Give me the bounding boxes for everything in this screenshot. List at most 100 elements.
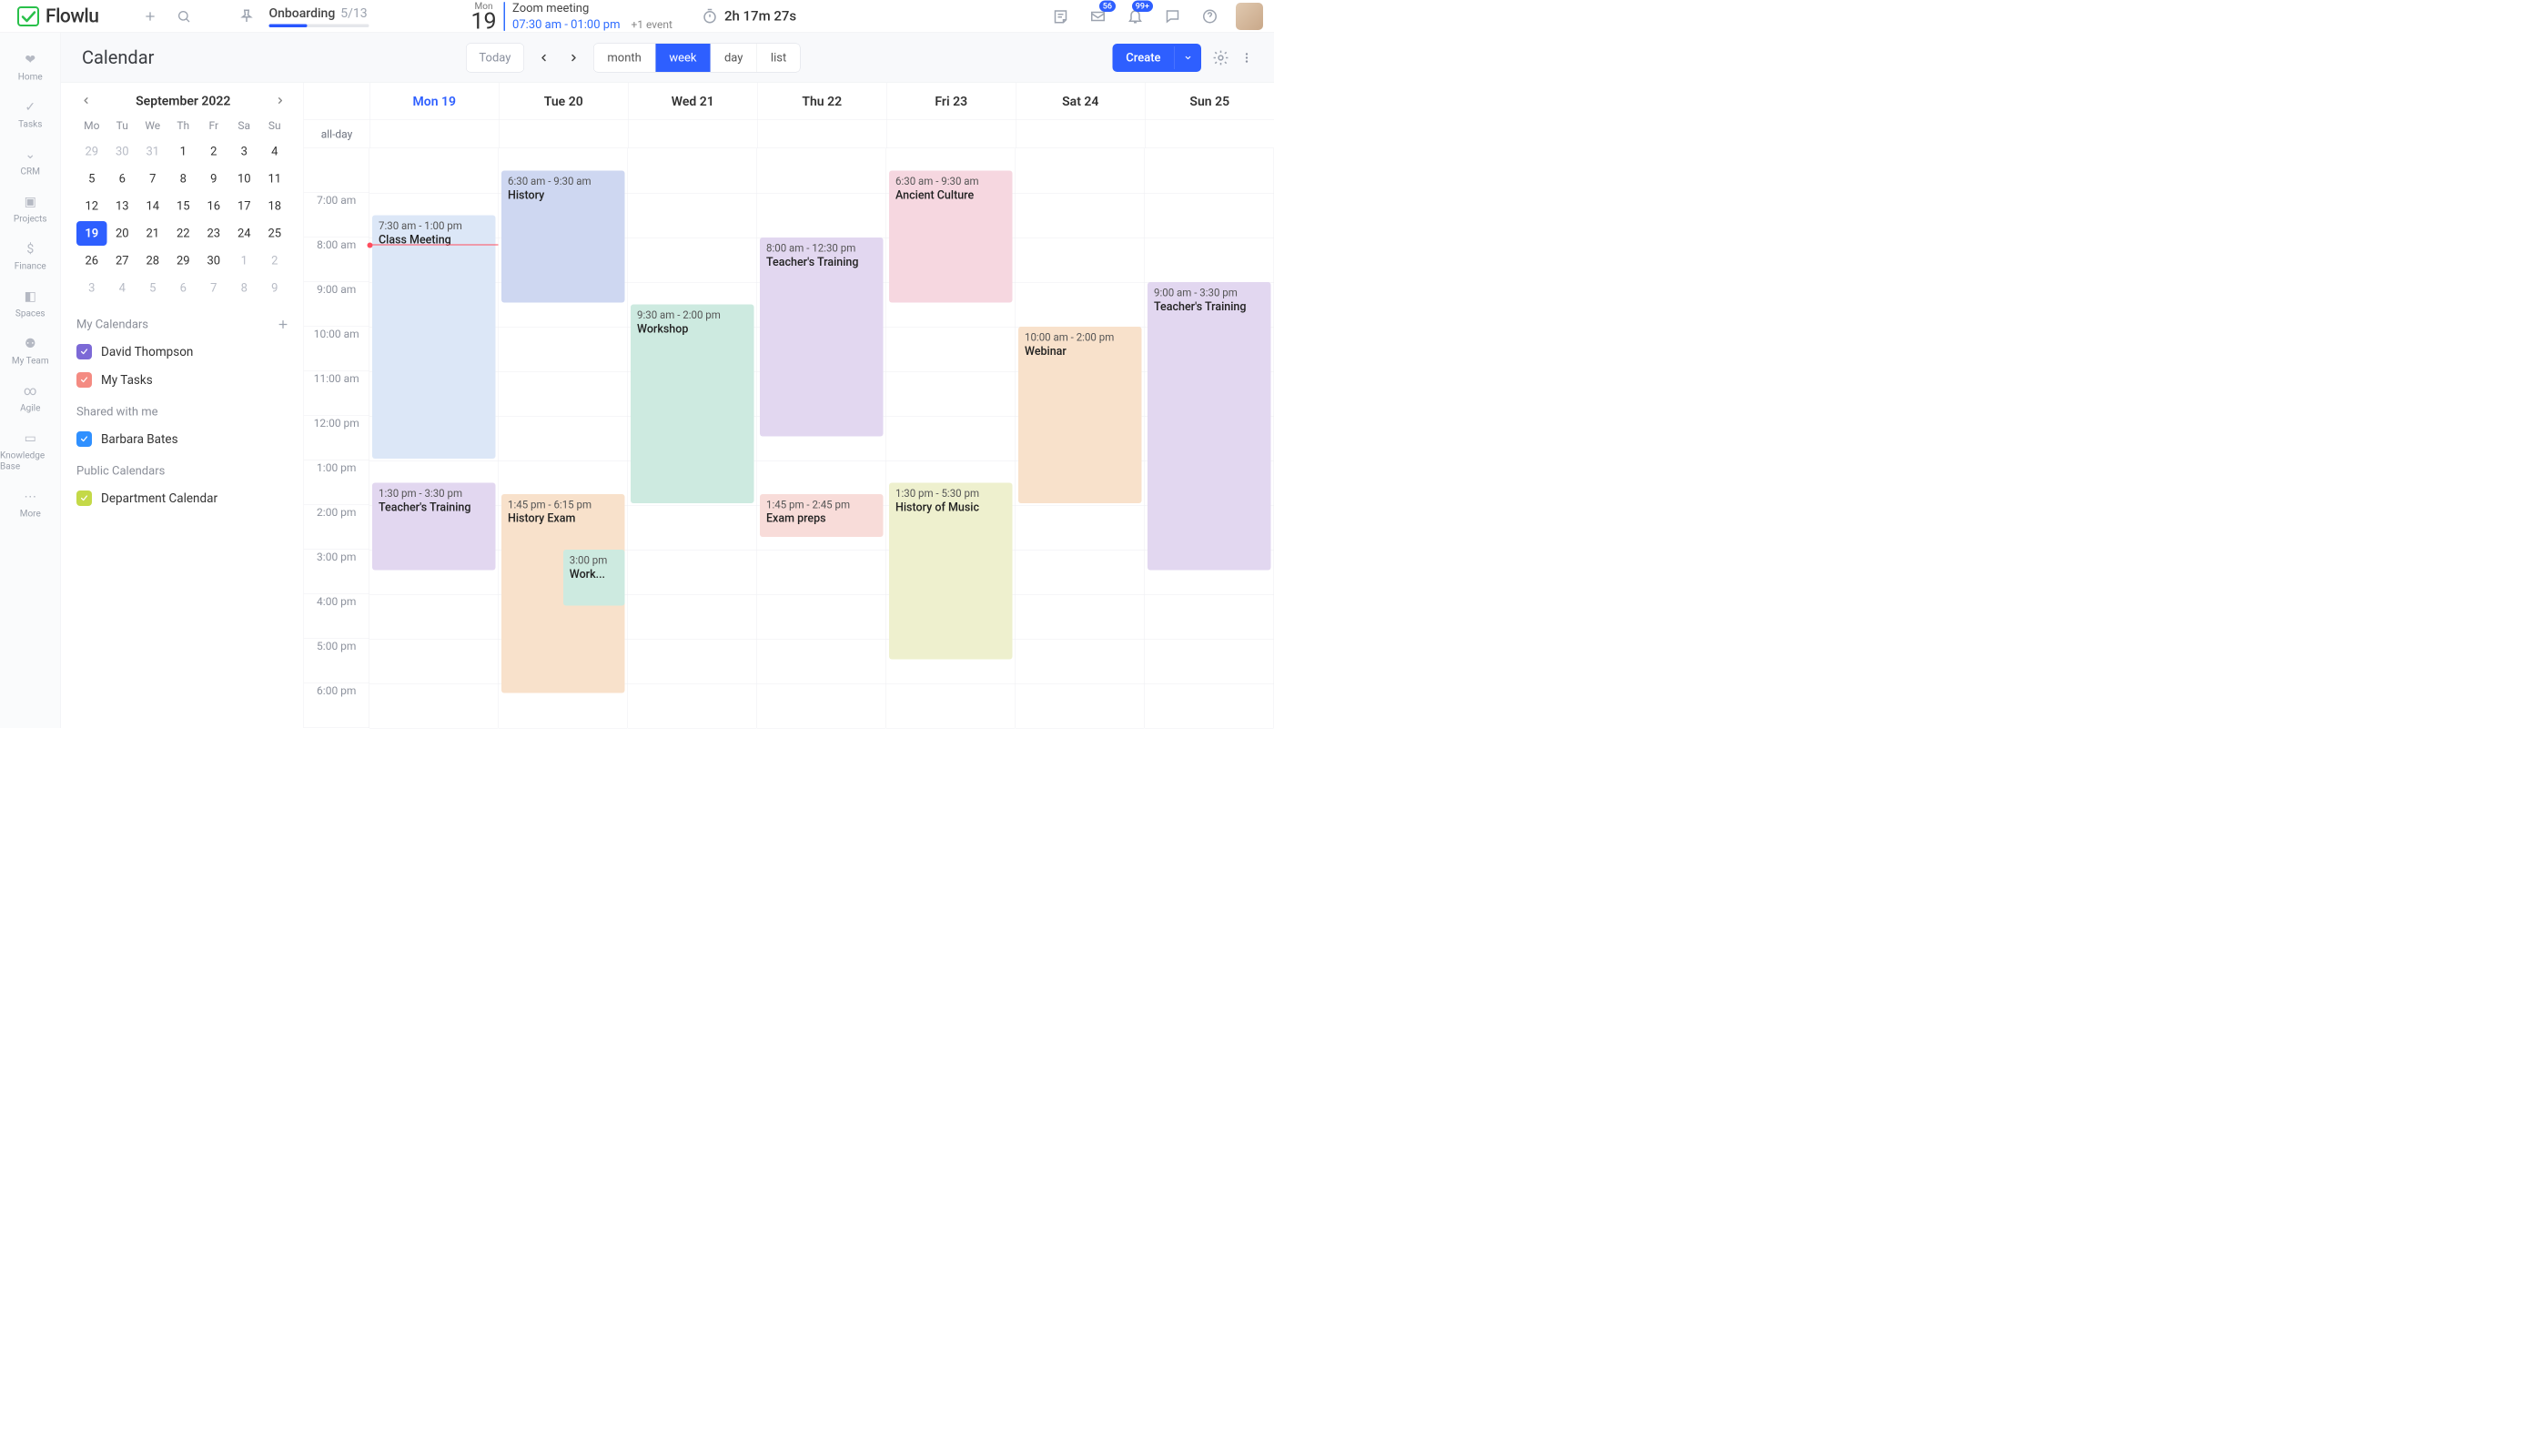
calendar-item[interactable]: My Tasks — [76, 372, 290, 388]
mini-day[interactable]: 12 — [76, 194, 107, 218]
allday-cell[interactable] — [1016, 120, 1145, 148]
mini-day[interactable]: 31 — [137, 139, 168, 164]
mini-day[interactable]: 3 — [229, 139, 260, 164]
allday-cell[interactable] — [628, 120, 757, 148]
calendar-checkbox[interactable] — [76, 431, 92, 447]
mini-day[interactable]: 19 — [76, 221, 107, 246]
mini-day[interactable]: 24 — [229, 221, 260, 246]
allday-cell[interactable] — [499, 120, 628, 148]
today-button[interactable]: Today — [466, 43, 524, 72]
day-header[interactable]: Tue 20 — [499, 83, 628, 120]
notifications-button[interactable]: 99+ — [1124, 5, 1147, 27]
mini-day[interactable]: 6 — [168, 276, 199, 300]
mini-day[interactable]: 30 — [107, 139, 138, 164]
mini-day[interactable]: 25 — [259, 221, 290, 246]
day-column[interactable]: 9:30 am - 2:00 pmWorkshop — [628, 148, 757, 728]
day-column[interactable]: 10:00 am - 2:00 pmWebinar — [1016, 148, 1145, 728]
mini-day[interactable]: 1 — [229, 248, 260, 273]
calendar-item[interactable]: Department Calendar — [76, 490, 290, 506]
create-dropdown[interactable] — [1174, 46, 1201, 69]
add-calendar-button[interactable] — [277, 318, 290, 331]
mini-day[interactable]: 4 — [259, 139, 290, 164]
view-list[interactable]: list — [757, 44, 800, 72]
mini-day[interactable]: 27 — [107, 248, 138, 273]
calendar-event[interactable]: 6:30 am - 9:30 amHistory — [501, 171, 625, 303]
prev-week-button[interactable] — [533, 47, 554, 68]
chat-button[interactable] — [1161, 5, 1184, 27]
mini-day[interactable]: 15 — [168, 194, 199, 218]
day-column[interactable]: 9:00 am - 3:30 pmTeacher's Training — [1145, 148, 1274, 728]
mini-day[interactable]: 9 — [259, 276, 290, 300]
today-summary[interactable]: Mon 19 Zoom meeting 07:30 am - 01:00 pm … — [470, 1, 672, 33]
settings-button[interactable] — [1212, 49, 1229, 66]
mini-day[interactable]: 10 — [229, 167, 260, 191]
mini-day[interactable]: 5 — [76, 167, 107, 191]
time-tracker[interactable]: 2h 17m 27s — [702, 8, 796, 25]
rail-item[interactable]: ✓Tasks — [0, 91, 61, 136]
mini-day[interactable]: 7 — [137, 167, 168, 191]
calendar-event[interactable]: 1:45 pm - 2:45 pmExam preps — [760, 494, 884, 537]
calendar-event[interactable]: 9:00 am - 3:30 pmTeacher's Training — [1148, 282, 1271, 571]
mini-day[interactable]: 2 — [259, 248, 290, 273]
mini-day[interactable]: 9 — [198, 167, 229, 191]
day-header[interactable]: Fri 23 — [886, 83, 1016, 120]
calendar-event[interactable]: 6:30 am - 9:30 amAncient Culture — [889, 171, 1013, 303]
calendar-checkbox[interactable] — [76, 344, 92, 359]
rail-item[interactable]: ▭Knowledge Base — [0, 422, 61, 478]
mini-day[interactable]: 30 — [198, 248, 229, 273]
inbox-button[interactable]: 56 — [1087, 5, 1109, 27]
more-button[interactable] — [1240, 51, 1253, 64]
mini-day[interactable]: 7 — [198, 276, 229, 300]
rail-item[interactable]: ❤Home — [0, 44, 61, 88]
mini-day[interactable]: 28 — [137, 248, 168, 273]
calendar-event[interactable]: 3:00 pmWork... — [563, 550, 625, 606]
rail-item[interactable]: ◧Spaces — [0, 280, 61, 325]
mini-day[interactable]: 18 — [259, 194, 290, 218]
allday-cell[interactable] — [1145, 120, 1274, 148]
mini-day[interactable]: 13 — [107, 194, 138, 218]
day-column[interactable]: 8:00 am - 12:30 pmTeacher's Training 1:45… — [757, 148, 886, 728]
calendar-item[interactable]: Barbara Bates — [76, 431, 290, 447]
calendar-checkbox[interactable] — [76, 372, 92, 388]
day-header[interactable]: Mon 19 — [369, 83, 499, 120]
next-week-button[interactable] — [563, 47, 584, 68]
calendar-event[interactable]: 1:30 pm - 5:30 pmHistory of Music — [889, 483, 1013, 660]
mini-day[interactable]: 3 — [76, 276, 107, 300]
mini-day[interactable]: 4 — [107, 276, 138, 300]
mini-next-month[interactable] — [271, 93, 290, 108]
help-button[interactable] — [1198, 5, 1221, 27]
view-week[interactable]: week — [655, 44, 711, 72]
add-button[interactable] — [138, 5, 161, 27]
day-column[interactable]: 7:30 am - 1:00 pmClass Meeting1:30 pm - … — [369, 148, 499, 728]
notes-button[interactable] — [1049, 5, 1072, 27]
search-button[interactable] — [172, 5, 195, 27]
mini-day[interactable]: 11 — [259, 167, 290, 191]
day-header[interactable]: Wed 21 — [628, 83, 757, 120]
calendar-event[interactable]: 7:30 am - 1:00 pmClass Meeting — [372, 216, 496, 460]
view-day[interactable]: day — [711, 44, 757, 72]
calendar-event[interactable]: 9:30 am - 2:00 pmWorkshop — [631, 305, 754, 504]
mini-day[interactable]: 8 — [168, 167, 199, 191]
calendar-item[interactable]: David Thompson — [76, 344, 290, 359]
rail-item[interactable]: ⌄CRM — [0, 138, 61, 183]
rail-item[interactable]: ▣Projects — [0, 186, 61, 230]
day-header[interactable]: Sat 24 — [1016, 83, 1145, 120]
view-month[interactable]: month — [593, 44, 655, 72]
rail-item[interactable]: $Finance — [0, 233, 61, 278]
rail-item[interactable]: ⚉My Team — [0, 328, 61, 372]
mini-day[interactable]: 23 — [198, 221, 229, 246]
mini-day[interactable]: 14 — [137, 194, 168, 218]
mini-day[interactable]: 29 — [76, 139, 107, 164]
user-avatar[interactable] — [1236, 3, 1263, 30]
rail-item[interactable]: ⋯More — [0, 480, 61, 525]
create-button[interactable]: Create — [1112, 44, 1201, 72]
mini-day[interactable]: 16 — [198, 194, 229, 218]
mini-day[interactable]: 21 — [137, 221, 168, 246]
rail-item[interactable]: ∞Agile — [0, 375, 61, 420]
mini-day[interactable]: 29 — [168, 248, 199, 273]
mini-day[interactable]: 20 — [107, 221, 138, 246]
mini-day[interactable]: 1 — [168, 139, 199, 164]
day-header[interactable]: Sun 25 — [1145, 83, 1274, 120]
calendar-event[interactable]: 8:00 am - 12:30 pmTeacher's Training — [760, 238, 884, 437]
allday-cell[interactable] — [886, 120, 1016, 148]
